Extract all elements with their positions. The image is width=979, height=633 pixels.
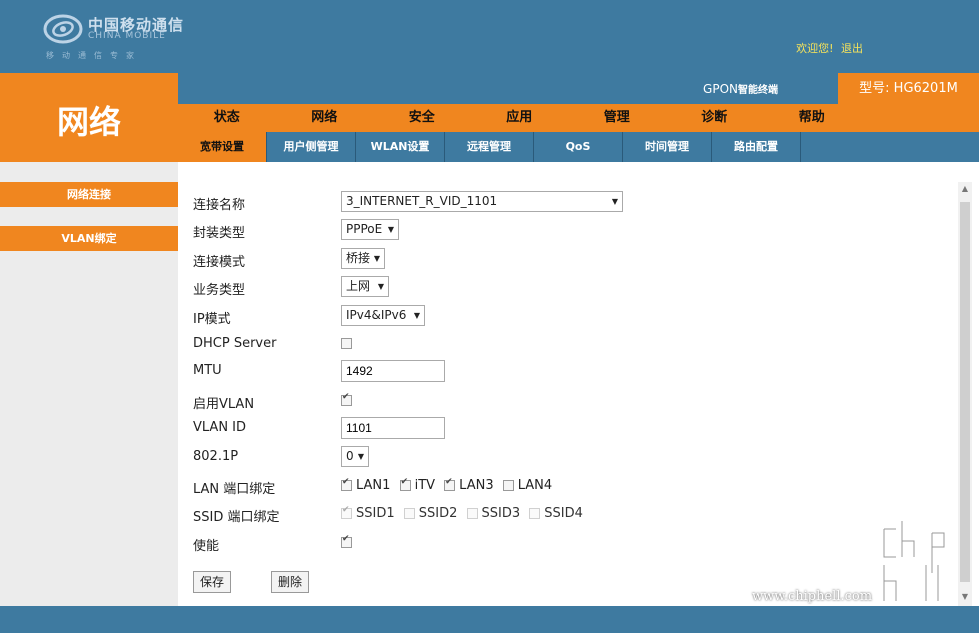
product-name-suffix: 智能终端 [738, 85, 778, 96]
itv-label: iTV [414, 478, 436, 493]
encap-value: PPPoE [346, 222, 383, 236]
main-nav-help[interactable]: 帮助 [763, 104, 861, 132]
chevron-down-icon: ▼ [377, 282, 384, 291]
encap-select[interactable]: PPPoE ▼ [341, 219, 399, 240]
chevron-down-icon: ▼ [387, 225, 394, 234]
connection-name-value: 3_INTERNET_R_VID_1101 [346, 194, 498, 208]
scroll-up-arrow-icon[interactable]: ▲ [958, 184, 972, 196]
ssid1-checkbox[interactable] [341, 505, 352, 519]
conn-mode-label: 连接模式 [193, 255, 246, 270]
lan1-checkbox[interactable] [341, 477, 352, 491]
china-mobile-logo-icon [43, 14, 83, 44]
ssid2-checkbox[interactable] [403, 508, 415, 519]
ssid3-checkbox[interactable] [466, 508, 478, 519]
sub-nav: 宽带设置 用户侧管理 WLAN设置 远程管理 QoS 时间管理 路由配置 [178, 132, 979, 162]
ssid4-label: SSID4 [544, 506, 583, 521]
connection-name-select[interactable]: 3_INTERNET_R_VID_1101 ▼ [341, 191, 623, 212]
main-nav-security[interactable]: 安全 [373, 104, 471, 132]
welcome-link[interactable]: 欢迎您! [796, 42, 833, 55]
main-nav-network[interactable]: 网络 [276, 104, 374, 132]
main-nav: 状态 网络 安全 应用 管理 诊断 帮助 [178, 104, 979, 132]
ip-mode-value: IPv4&IPv6 [346, 308, 407, 322]
vlan-enable-checkbox[interactable] [341, 392, 352, 406]
main-nav-management[interactable]: 管理 [568, 104, 666, 132]
connection-form: 连接名称 3_INTERNET_R_VID_1101 ▼ 封装类型 PPPoE … [178, 162, 958, 606]
header-bar: 中国移动通信 CHINA MOBILE 移动通信专家 欢迎您! 退出 [0, 0, 979, 73]
footer-bar [0, 606, 979, 633]
lan4-checkbox[interactable] [502, 480, 514, 491]
encap-label: 封装类型 [193, 226, 246, 241]
connection-name-label: 连接名称 [193, 198, 246, 213]
lan3-label: LAN3 [459, 478, 494, 493]
sidebar-item-network-connection[interactable]: 网络连接 [0, 182, 178, 207]
dhcp-label: DHCP Server [193, 336, 277, 351]
ssid-bind-label: SSID 端口绑定 [193, 510, 280, 525]
lan-bind-label: LAN 端口绑定 [193, 482, 276, 497]
conn-mode-select[interactable]: 桥接 ▼ [341, 248, 385, 269]
section-title-block: 网络 [0, 73, 178, 162]
mtu-label: MTU [193, 363, 222, 378]
sidebar-item-vlan-binding[interactable]: VLAN绑定 [0, 226, 178, 251]
delete-button[interactable]: 删除 [271, 571, 310, 593]
service-value: 上网 [346, 279, 371, 293]
sub-nav-qos[interactable]: QoS [534, 132, 623, 162]
main-nav-status[interactable]: 状态 [178, 104, 276, 132]
save-button[interactable]: 保存 [193, 571, 232, 593]
sub-nav-broadband[interactable]: 宽带设置 [178, 132, 267, 162]
chevron-down-icon: ▼ [413, 311, 420, 320]
logo-english-name: CHINA MOBILE [88, 31, 166, 41]
product-name-prefix: GPON [703, 82, 738, 96]
product-name: GPON智能终端 [703, 81, 778, 96]
sub-nav-routing[interactable]: 路由配置 [712, 132, 801, 162]
dhcp-checkbox[interactable] [341, 338, 352, 349]
ssid2-label: SSID2 [418, 506, 458, 521]
china-mobile-logo: 中国移动通信 CHINA MOBILE 移动通信专家 [42, 12, 202, 64]
sub-nav-remote[interactable]: 远程管理 [445, 132, 534, 162]
dot1p-label: 802.1P [193, 449, 239, 464]
lan1-label: LAN1 [356, 478, 391, 493]
main-nav-diagnosis[interactable]: 诊断 [666, 104, 764, 132]
itv-checkbox[interactable] [399, 477, 411, 491]
sub-nav-wlan[interactable]: WLAN设置 [356, 132, 445, 162]
vlan-enable-label: 启用VLAN [193, 397, 255, 412]
service-select[interactable]: 上网 ▼ [341, 276, 389, 297]
watermark-url: www.chiphell.com [752, 589, 873, 604]
sidebar: 网络连接 VLAN绑定 [0, 162, 178, 606]
header-links: 欢迎您! 退出 [792, 40, 863, 56]
conn-mode-value: 桥接 [346, 251, 371, 265]
logout-link[interactable]: 退出 [841, 42, 863, 55]
sub-nav-time[interactable]: 时间管理 [623, 132, 712, 162]
mtu-input[interactable] [341, 360, 445, 382]
product-bar: GPON智能终端 [178, 73, 838, 104]
lan4-label: LAN4 [517, 478, 553, 493]
vlan-id-label: VLAN ID [193, 420, 247, 435]
logo-slogan: 移动通信专家 [46, 51, 142, 60]
service-label: 业务类型 [193, 283, 246, 298]
ip-mode-select[interactable]: IPv4&IPv6 ▼ [341, 305, 425, 326]
chevron-down-icon: ▼ [611, 197, 618, 206]
ssid3-label: SSID3 [481, 506, 521, 521]
chiphell-watermark-logo [882, 520, 946, 603]
sub-nav-user-side[interactable]: 用户侧管理 [267, 132, 356, 162]
row-actions: 保存 删除 [193, 571, 393, 593]
ssid4-checkbox[interactable] [529, 508, 541, 519]
lan3-checkbox[interactable] [444, 477, 456, 491]
ssid1-label: SSID1 [356, 506, 395, 521]
enable-label: 使能 [193, 539, 220, 554]
model-label: 型号: HG6201M [838, 73, 979, 104]
ip-mode-label: IP模式 [193, 312, 231, 327]
chevron-down-icon: ▼ [357, 452, 364, 461]
chevron-down-icon: ▼ [373, 254, 380, 263]
vlan-id-input[interactable] [341, 417, 445, 439]
enable-checkbox[interactable] [341, 534, 352, 548]
dot1p-select[interactable]: 0 ▼ [341, 446, 369, 467]
main-nav-application[interactable]: 应用 [471, 104, 569, 132]
dot1p-value: 0 [346, 449, 354, 463]
section-title: 网络 [56, 103, 121, 141]
